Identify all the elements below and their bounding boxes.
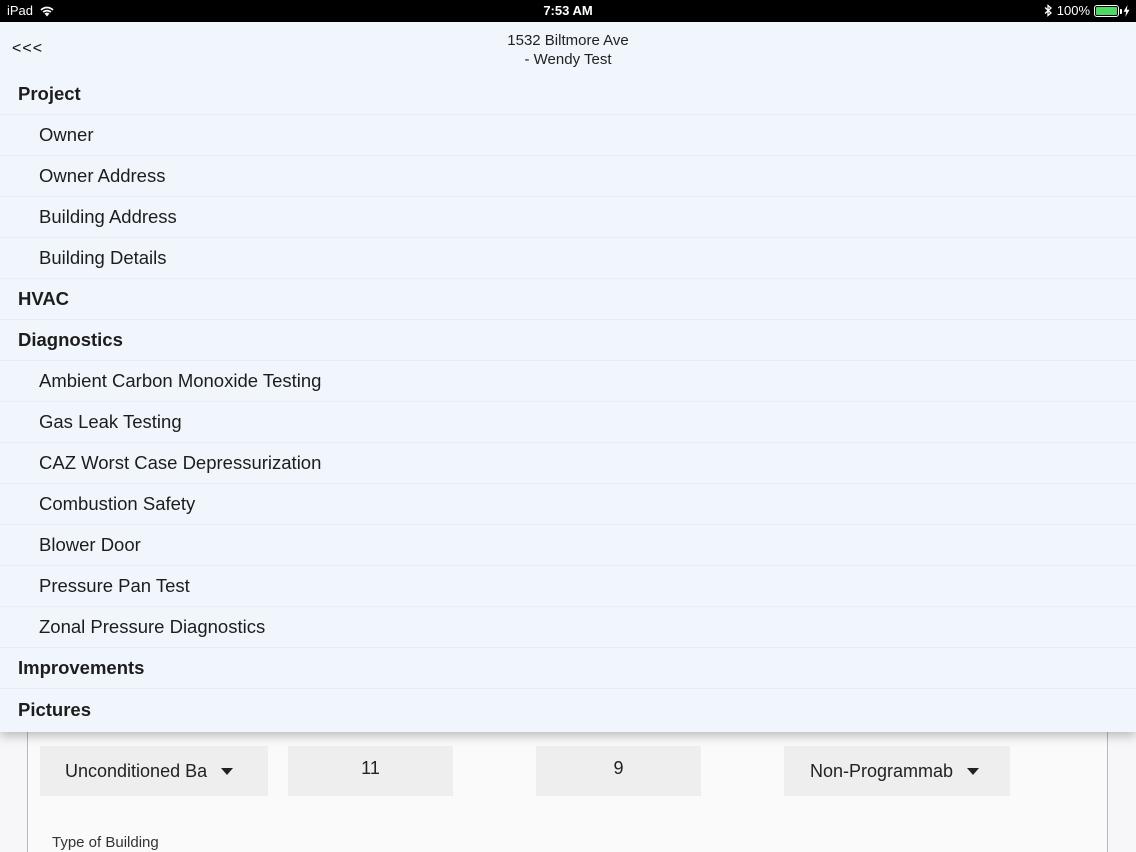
status-time: 7:53 AM <box>543 3 593 18</box>
background-form: Unconditioned Ba 11 9 Non-Programmab Typ… <box>27 730 1108 852</box>
charging-bolt-icon <box>1123 4 1130 17</box>
menu-item-gas-leak-testing[interactable]: Gas Leak Testing <box>0 402 1136 443</box>
menu-item-owner-address[interactable]: Owner Address <box>0 156 1136 197</box>
space-type-value: Unconditioned Ba <box>65 760 208 781</box>
battery-fill <box>1096 6 1117 15</box>
header-client: - Wendy Test <box>524 51 612 68</box>
menu-item-caz-depressurization[interactable]: CAZ Worst Case Depressurization <box>0 443 1136 484</box>
section-menu: Project Owner Owner Address Building Add… <box>0 74 1136 730</box>
menu-item-combustion-safety[interactable]: Combustion Safety <box>0 484 1136 525</box>
menu-section-hvac[interactable]: HVAC <box>0 279 1136 320</box>
chevron-down-icon <box>967 767 980 775</box>
space-type-select[interactable]: Unconditioned Ba <box>40 746 268 796</box>
menu-item-zonal-pressure-diagnostics[interactable]: Zonal Pressure Diagnostics <box>0 607 1136 648</box>
status-right: 100% <box>1044 3 1130 18</box>
type-of-building-label: Type of Building <box>52 834 159 851</box>
thermostat-type-value: Non-Programmab <box>810 760 954 781</box>
menu-item-building-details[interactable]: Building Details <box>0 238 1136 279</box>
thermostat-type-select[interactable]: Non-Programmab <box>784 746 1010 796</box>
bluetooth-icon <box>1044 4 1052 17</box>
menu-section-diagnostics[interactable]: Diagnostics <box>0 320 1136 361</box>
overlay-header: <<< 1532 Biltmore Ave - Wendy Test <box>0 22 1136 74</box>
status-bar: iPad 7:53 AM 100% <box>0 0 1136 22</box>
menu-item-blower-door[interactable]: Blower Door <box>0 525 1136 566</box>
menu-item-pressure-pan-test[interactable]: Pressure Pan Test <box>0 566 1136 607</box>
battery-icon <box>1094 4 1122 17</box>
battery-percent: 100% <box>1056 3 1090 18</box>
number-field-1-value: 11 <box>361 758 380 778</box>
number-field-2[interactable]: 9 <box>536 746 701 796</box>
number-field-1[interactable]: 11 <box>288 746 453 796</box>
menu-section-project[interactable]: Project <box>0 74 1136 115</box>
menu-item-owner[interactable]: Owner <box>0 115 1136 156</box>
menu-section-improvements[interactable]: Improvements <box>0 648 1136 689</box>
chevron-down-icon <box>221 767 234 775</box>
navigation-overlay: <<< 1532 Biltmore Ave - Wendy Test Proje… <box>0 22 1136 732</box>
menu-section-pictures[interactable]: Pictures <box>0 689 1136 730</box>
number-field-2-value: 9 <box>613 758 624 778</box>
header-address: 1532 Biltmore Ave <box>507 32 629 49</box>
menu-item-building-address[interactable]: Building Address <box>0 197 1136 238</box>
header-title: 1532 Biltmore Ave - Wendy Test <box>0 31 1136 69</box>
menu-item-ambient-co-testing[interactable]: Ambient Carbon Monoxide Testing <box>0 361 1136 402</box>
